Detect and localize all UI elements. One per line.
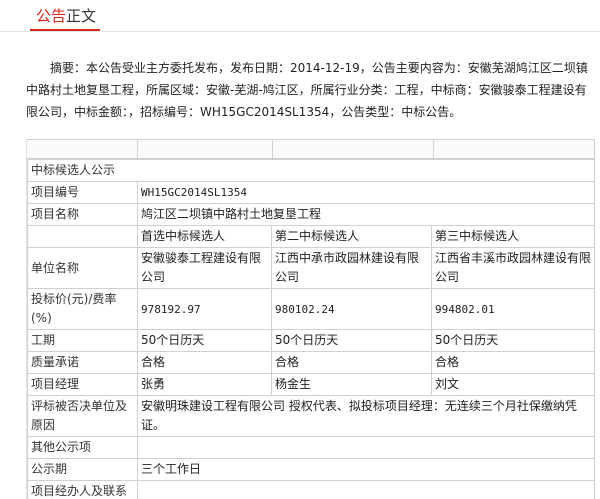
- publicity-period-label: 公示期: [28, 459, 138, 481]
- section-title: 中标候选人公示: [28, 160, 595, 182]
- table-row: 质量承诺 合格 合格 合格: [28, 352, 595, 374]
- contact-label: 项目经办人及联系: [28, 481, 138, 499]
- quality-2: 合格: [272, 352, 432, 374]
- period-2: 50个日历天: [272, 330, 432, 352]
- quality-3: 合格: [432, 352, 595, 374]
- table-row: 中标候选人公示: [28, 160, 595, 182]
- period-3: 50个日历天: [432, 330, 595, 352]
- price-label: 投标价(元)/费率(%): [28, 289, 138, 330]
- table-row: 首选中标候选人 第二中标候选人 第三中标候选人: [28, 226, 595, 248]
- project-name-value: 鸠江区二坝镇中路村土地复垦工程: [138, 204, 595, 226]
- period-label: 工期: [28, 330, 138, 352]
- project-no-value: WH15GC2014SL1354: [138, 182, 595, 204]
- rejected-value: 安徽明珠建设工程有限公司 授权代表、拟投标项目经理：无连续三个月社保缴纳凭证。: [138, 396, 595, 437]
- tab-bar: 公告正文: [0, 0, 600, 32]
- publicity-period-value: 三个工作日: [138, 459, 595, 481]
- manager-1: 张勇: [138, 374, 272, 396]
- other-value: [138, 437, 595, 459]
- candidate-table: 中标候选人公示 项目编号 WH15GC2014SL1354 项目名称 鸠江区二坝…: [27, 159, 595, 499]
- price-3: 994802.01: [432, 289, 595, 330]
- table-row: 项目经办人及联系: [28, 481, 595, 499]
- candidate-table-container: 中标候选人公示 项目编号 WH15GC2014SL1354 项目名称 鸠江区二坝…: [26, 139, 595, 499]
- candidate-header-3: 第三中标候选人: [432, 226, 595, 248]
- manager-label: 项目经理: [28, 374, 138, 396]
- table-row: 评标被否决单位及原因 安徽明珠建设工程有限公司 授权代表、拟投标项目经理：无连续…: [28, 396, 595, 437]
- other-label: 其他公示项: [28, 437, 138, 459]
- tab-label-part1: 公告: [36, 7, 66, 25]
- rejected-label: 评标被否决单位及原因: [28, 396, 138, 437]
- company-3: 江西省丰溪市政园林建设有限公司: [432, 248, 595, 289]
- table-row: 公示期 三个工作日: [28, 459, 595, 481]
- quality-1: 合格: [138, 352, 272, 374]
- tab-announcement-body[interactable]: 公告正文: [36, 5, 96, 26]
- table-top-strip: [27, 139, 595, 159]
- table-row: 项目编号 WH15GC2014SL1354: [28, 182, 595, 204]
- quality-label: 质量承诺: [28, 352, 138, 374]
- project-name-label: 项目名称: [28, 204, 138, 226]
- company-1: 安徽骏泰工程建设有限公司: [138, 248, 272, 289]
- table-row: 投标价(元)/费率(%) 978192.97 980102.24 994802.…: [28, 289, 595, 330]
- announcement-summary: 摘要：本公告受业主方委托发布，发布日期：2014-12-19，公告主要内容为：安…: [26, 57, 592, 123]
- price-1: 978192.97: [138, 289, 272, 330]
- tab-active-underline: [30, 29, 100, 31]
- manager-3: 刘文: [432, 374, 595, 396]
- company-label: 单位名称: [28, 248, 138, 289]
- table-row: 其他公示项: [28, 437, 595, 459]
- table-row: 项目名称 鸠江区二坝镇中路村土地复垦工程: [28, 204, 595, 226]
- tab-label-part2: 正文: [66, 7, 96, 25]
- table-row: 单位名称 安徽骏泰工程建设有限公司 江西中承市政园林建设有限公司 江西省丰溪市政…: [28, 248, 595, 289]
- period-1: 50个日历天: [138, 330, 272, 352]
- contact-value: [138, 481, 595, 499]
- table-row: 项目经理 张勇 杨金生 刘文: [28, 374, 595, 396]
- candidate-header-2: 第二中标候选人: [272, 226, 432, 248]
- price-2: 980102.24: [272, 289, 432, 330]
- manager-2: 杨金生: [272, 374, 432, 396]
- candidate-header-1: 首选中标候选人: [138, 226, 272, 248]
- table-row: 工期 50个日历天 50个日历天 50个日历天: [28, 330, 595, 352]
- company-2: 江西中承市政园林建设有限公司: [272, 248, 432, 289]
- project-no-label: 项目编号: [28, 182, 138, 204]
- empty-cell: [28, 226, 138, 248]
